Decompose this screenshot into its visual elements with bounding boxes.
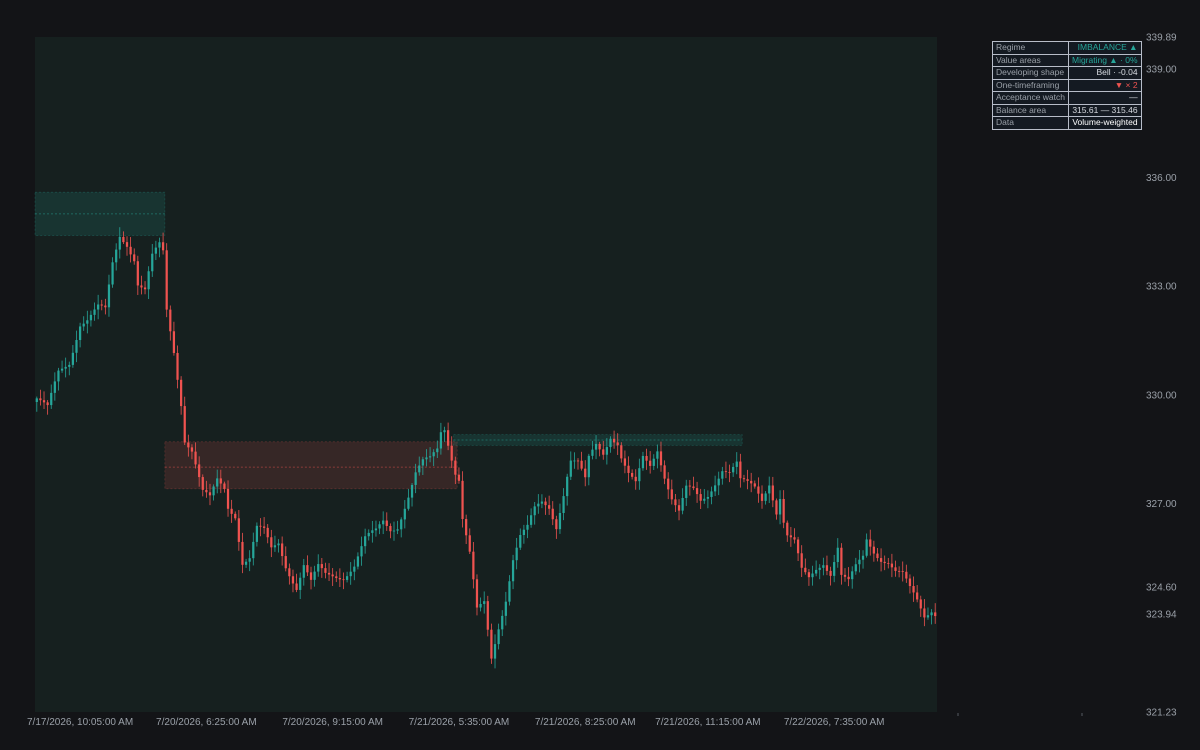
status-table: Regime IMBALANCE ▲ Value areas Migrating ▲ … [992, 41, 1142, 130]
x-tick-label: 7/20/2026, 6:25:00 AM [156, 717, 257, 728]
y-axis: 339.89 339.00 336.00 333.00 330.00 327.00 324.… [1146, 33, 1177, 719]
status-row: Balance area 315.61 — 315.46 [992, 103, 1142, 117]
status-key: Data [992, 116, 1069, 130]
status-row: Regime IMBALANCE ▲ [992, 41, 1142, 55]
status-row: Developing shape Bell · -0.04 [992, 66, 1142, 80]
x-tick-label: 7/21/2026, 5:35:00 AM [409, 717, 510, 728]
status-row: Acceptance watch — [992, 91, 1142, 105]
status-value: ▼ × 2 [1067, 78, 1142, 92]
status-value: — [1067, 91, 1142, 105]
y-tick-label: 333.00 [1146, 282, 1177, 293]
status-key: Regime [992, 41, 1069, 55]
status-value: 315.61 — 315.46 [1067, 103, 1142, 117]
x-tick-label: 7/21/2026, 11:15:00 AM [655, 717, 760, 728]
x-tick-label: 7/22/2026, 7:35:00 AM [784, 717, 885, 728]
y-tick-label: 336.00 [1146, 173, 1177, 184]
y-tick-label: 330.00 [1146, 390, 1177, 401]
status-row: One-timeframing ▼ × 2 [992, 78, 1142, 92]
status-value: IMBALANCE ▲ [1067, 41, 1142, 55]
status-key: Developing shape [992, 66, 1069, 80]
status-key: Acceptance watch [992, 91, 1069, 105]
status-key: Value areas [992, 53, 1069, 67]
x-tick-label: 7/21/2026, 8:25:00 AM [535, 717, 636, 728]
status-value: Bell · -0.04 [1067, 66, 1142, 80]
status-row: Data Volume-weighted [992, 116, 1142, 130]
status-key: Balance area [992, 103, 1069, 117]
status-row: Value areas Migrating ▲ · 0% [992, 53, 1142, 67]
y-tick-label: 339.00 [1146, 65, 1177, 76]
y-tick-label: 323.94 [1146, 609, 1177, 620]
y-tick-label: 321.23 [1146, 708, 1177, 719]
status-value: Volume-weighted [1067, 116, 1142, 130]
y-tick-label: 327.00 [1146, 499, 1177, 510]
x-tick-label: 7/17/2026, 10:05:00 AM [27, 717, 133, 728]
x-axis: 7/17/2026, 10:05:00 AM 7/20/2026, 6:25:00… [27, 717, 884, 728]
value-area-zone [164, 441, 458, 490]
candle [165, 243, 168, 318]
y-tick-label: 339.89 [1146, 33, 1177, 44]
plot-background [35, 37, 937, 712]
status-value: Migrating ▲ · 0% [1067, 53, 1142, 67]
status-key: One-timeframing [992, 78, 1069, 92]
y-tick-label: 324.60 [1146, 583, 1177, 594]
x-tick-label: 7/20/2026, 9:15:00 AM [282, 717, 383, 728]
